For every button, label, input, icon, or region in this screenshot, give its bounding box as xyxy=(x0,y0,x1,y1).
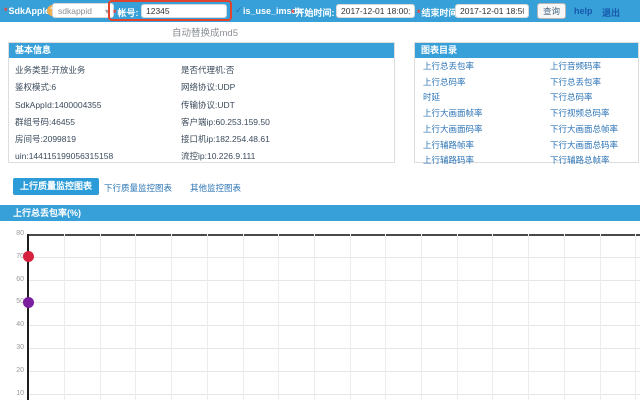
v-gridline xyxy=(492,234,493,400)
v-gridline xyxy=(421,234,422,400)
chart-title-bar: 上行总丢包率(%) xyxy=(0,205,640,221)
h-gridline xyxy=(28,371,640,372)
v-gridline xyxy=(278,234,279,400)
y-tick-label: 70 xyxy=(0,253,24,260)
data-point xyxy=(23,297,34,308)
catalog-link[interactable]: 下行总码率 xyxy=(550,90,618,106)
logout-link[interactable]: 退出 xyxy=(602,6,620,19)
help-link[interactable]: help xyxy=(574,6,593,16)
basic-info-col2: 是否代理机:否网络协议:UDP传输协议:UDT客户端ip:60.253.159.… xyxy=(181,62,270,166)
catalog-link[interactable]: 上行辅路码率 xyxy=(423,153,483,169)
h-gridline xyxy=(28,280,640,281)
imsdk-check-icon[interactable]: ✓ xyxy=(235,5,243,16)
required-mark: * xyxy=(291,8,295,18)
v-gridline xyxy=(564,234,565,400)
monitor-tabs: 上行质量监控图表 下行质量监控图表 其他监控图表 xyxy=(0,176,640,198)
y-tick-label: 50 xyxy=(0,298,24,305)
v-gridline xyxy=(207,234,208,400)
info-row: 网络协议:UDP xyxy=(181,79,270,96)
uplink-loss-chart: 80706050403020100 xyxy=(0,221,640,400)
required-mark: * xyxy=(4,6,8,16)
chart-top-border xyxy=(28,234,640,236)
query-button[interactable]: 查询 xyxy=(537,3,566,19)
basic-info-title: 基本信息 xyxy=(9,43,394,58)
monitor-dashboard: *SdkAppId: ? sdkappid ▾ *帐号: ✓ is_use_im… xyxy=(0,0,640,400)
required-mark: * xyxy=(113,8,117,18)
v-gridline xyxy=(100,234,101,400)
info-row: 鉴权模式:6 xyxy=(15,79,113,96)
catalog-link[interactable]: 上行总码率 xyxy=(423,75,483,91)
v-gridline xyxy=(171,234,172,400)
v-gridline xyxy=(635,234,636,400)
account-md5-hint: 自动替换成md5 xyxy=(155,25,255,39)
catalog-link[interactable]: 时延 xyxy=(423,90,483,106)
data-point xyxy=(23,251,34,262)
catalog-link[interactable]: 上行辅路帧率 xyxy=(423,138,483,154)
tab-other-monitor[interactable]: 其他监控图表 xyxy=(190,182,241,194)
y-tick-label: 60 xyxy=(0,276,24,283)
h-gridline xyxy=(28,394,640,395)
v-gridline xyxy=(64,234,65,400)
end-time-input[interactable] xyxy=(455,4,529,18)
catalog-link[interactable]: 下行大画面总码率 xyxy=(550,138,618,154)
info-row: 传输协议:UDT xyxy=(181,97,270,114)
start-time-input[interactable] xyxy=(336,4,415,18)
info-row: 流控ip:10.226.9.111 xyxy=(181,148,270,165)
y-tick-label: 30 xyxy=(0,344,24,351)
v-gridline xyxy=(385,234,386,400)
h-gridline xyxy=(28,325,640,326)
info-row: SdkAppId:1400004355 xyxy=(15,97,113,114)
required-mark: * xyxy=(417,8,421,18)
end-time-label: *结束时间: xyxy=(417,6,461,19)
catalog-link[interactable]: 下行总丢包率 xyxy=(550,75,618,91)
start-time-label: *开始时间: xyxy=(291,6,335,19)
catalog-link[interactable]: 下行辅路总帧率 xyxy=(550,153,618,169)
v-gridline xyxy=(314,234,315,400)
info-row: 群组号码:46455 xyxy=(15,114,113,131)
catalog-link[interactable]: 上行大画面帧率 xyxy=(423,106,483,122)
v-gridline xyxy=(600,234,601,400)
sdkappid-select-value: sdkappid xyxy=(58,6,92,16)
v-gridline xyxy=(457,234,458,400)
tab-downlink-quality[interactable]: 下行质量监控图表 xyxy=(104,182,172,194)
catalog-link[interactable]: 上行大画面码率 xyxy=(423,122,483,138)
sdkappid-select[interactable]: sdkappid ▾ xyxy=(52,3,114,18)
info-row: uin:144115199056315158 xyxy=(15,148,113,165)
y-tick-label: 20 xyxy=(0,367,24,374)
v-gridline xyxy=(350,234,351,400)
chevron-down-icon: ▾ xyxy=(105,4,109,19)
y-tick-label: 80 xyxy=(0,230,24,237)
v-gridline xyxy=(135,234,136,400)
info-row: 客户端ip:60.253.159.50 xyxy=(181,114,270,131)
h-gridline xyxy=(28,257,640,258)
y-tick-label: 10 xyxy=(0,390,24,397)
catalog-link[interactable]: 上行音频码率 xyxy=(550,59,618,75)
catalog-col2: 上行音频码率下行总丢包率下行总码率下行视频总码率下行大画面总帧率下行大画面总码率… xyxy=(550,59,618,169)
info-row: 接口机ip:182.254.48.61 xyxy=(181,131,270,148)
basic-info-col1: 业务类型:开放业务鉴权模式:6SdkAppId:1400004355群组号码:4… xyxy=(15,62,113,166)
v-gridline xyxy=(528,234,529,400)
h-gridline xyxy=(28,348,640,349)
chart-catalog-panel: 图表目录 上行总丢包率上行总码率时延上行大画面帧率上行大画面码率上行辅路帧率 上行… xyxy=(414,42,639,163)
catalog-link[interactable]: 下行大画面总帧率 xyxy=(550,122,618,138)
catalog-link[interactable]: 上行总丢包率 xyxy=(423,59,483,75)
info-row: 是否代理机:否 xyxy=(181,62,270,79)
account-input[interactable] xyxy=(141,4,227,18)
info-row: 房间号:2099819 xyxy=(15,131,113,148)
basic-info-panel: 基本信息 业务类型:开放业务鉴权模式:6SdkAppId:1400004355群… xyxy=(8,42,395,163)
chart-catalog-title: 图表目录 xyxy=(415,43,638,58)
top-query-bar: *SdkAppId: ? sdkappid ▾ *帐号: ✓ is_use_im… xyxy=(0,0,640,22)
catalog-link[interactable]: 下行视频总码率 xyxy=(550,106,618,122)
tab-uplink-quality[interactable]: 上行质量监控图表 xyxy=(13,178,99,195)
account-label: *帐号: xyxy=(113,6,139,19)
h-gridline xyxy=(28,302,640,303)
v-gridline xyxy=(243,234,244,400)
catalog-col1: 上行总丢包率上行总码率时延上行大画面帧率上行大画面码率上行辅路帧率上行辅路码率 xyxy=(423,59,483,169)
info-row: 业务类型:开放业务 xyxy=(15,62,113,79)
y-tick-label: 40 xyxy=(0,321,24,328)
